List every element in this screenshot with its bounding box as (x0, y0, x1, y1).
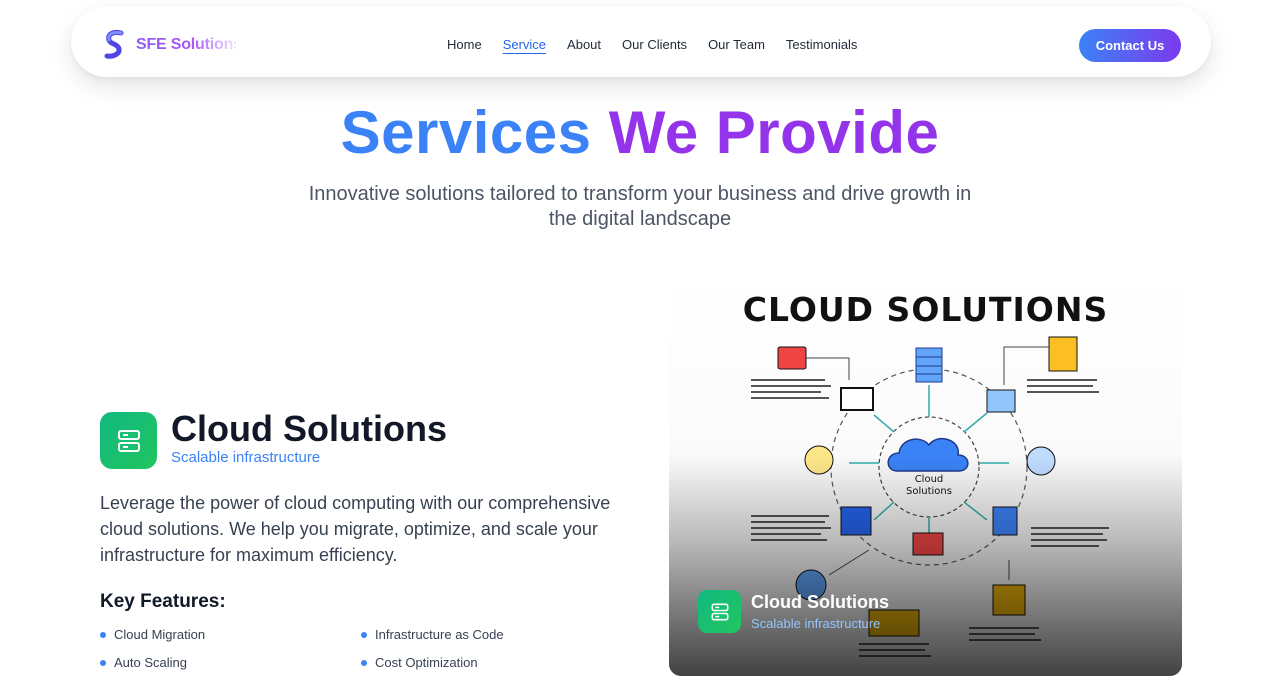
feature-item: Auto Scaling (100, 655, 187, 670)
bullet-dot (100, 631, 106, 638)
image-overlay (669, 456, 1182, 676)
page-title-part1: Services (340, 99, 592, 166)
feature-item: Infrastructure as Code (361, 627, 504, 642)
server-icon (698, 590, 741, 633)
nav-link-our-team[interactable]: Our Team (708, 37, 765, 52)
nav-link-testimonials[interactable]: Testimonials (786, 37, 858, 52)
server-icon (100, 412, 157, 469)
nav-link-our-clients[interactable]: Our Clients (622, 37, 687, 52)
navbar: SFE Solutions Home Service About Our Cli… (71, 6, 1211, 77)
logo-icon (104, 30, 124, 59)
page-title-part2: We Provide (608, 99, 940, 166)
bullet-dot (361, 659, 367, 666)
page-subtitle: Innovative solutions tailored to transfo… (308, 183, 972, 230)
feature-label: Infrastructure as Code (375, 627, 504, 642)
nav-link-service[interactable]: Service (503, 37, 546, 52)
service-image-card[interactable]: CLOUD SOLUTIONS Cloud Solutions Scalable… (669, 275, 1182, 676)
nav-link-home[interactable]: Home (447, 37, 482, 52)
feature-label: Auto Scaling (114, 655, 187, 670)
page-title: Services We Provide (0, 98, 1280, 167)
service-title: Cloud Solutions (171, 408, 447, 449)
key-features-heading: Key Features: (100, 591, 226, 612)
brand-name: SFE Solutions (136, 36, 236, 53)
overlay-subtitle: Scalable infrastructure (751, 616, 881, 631)
feature-label: Cloud Migration (114, 627, 206, 642)
overlay-title: Cloud Solutions (751, 592, 889, 612)
logo[interactable]: SFE Solutions (104, 30, 236, 60)
nav-links: Home Service About Our Clients Our Team … (447, 37, 857, 52)
feature-item: Cost Optimization (361, 655, 478, 670)
bullet-dot (361, 631, 367, 638)
nav-link-about[interactable]: About (567, 37, 601, 52)
contact-us-button[interactable]: Contact Us (1079, 29, 1181, 62)
bullet-dot (100, 659, 106, 666)
feature-item: Cloud Migration (100, 627, 205, 642)
service-tagline: Scalable infrastructure (171, 449, 321, 466)
service-description: Leverage the power of cloud computing wi… (100, 493, 611, 565)
feature-label: Cost Optimization (375, 655, 478, 670)
